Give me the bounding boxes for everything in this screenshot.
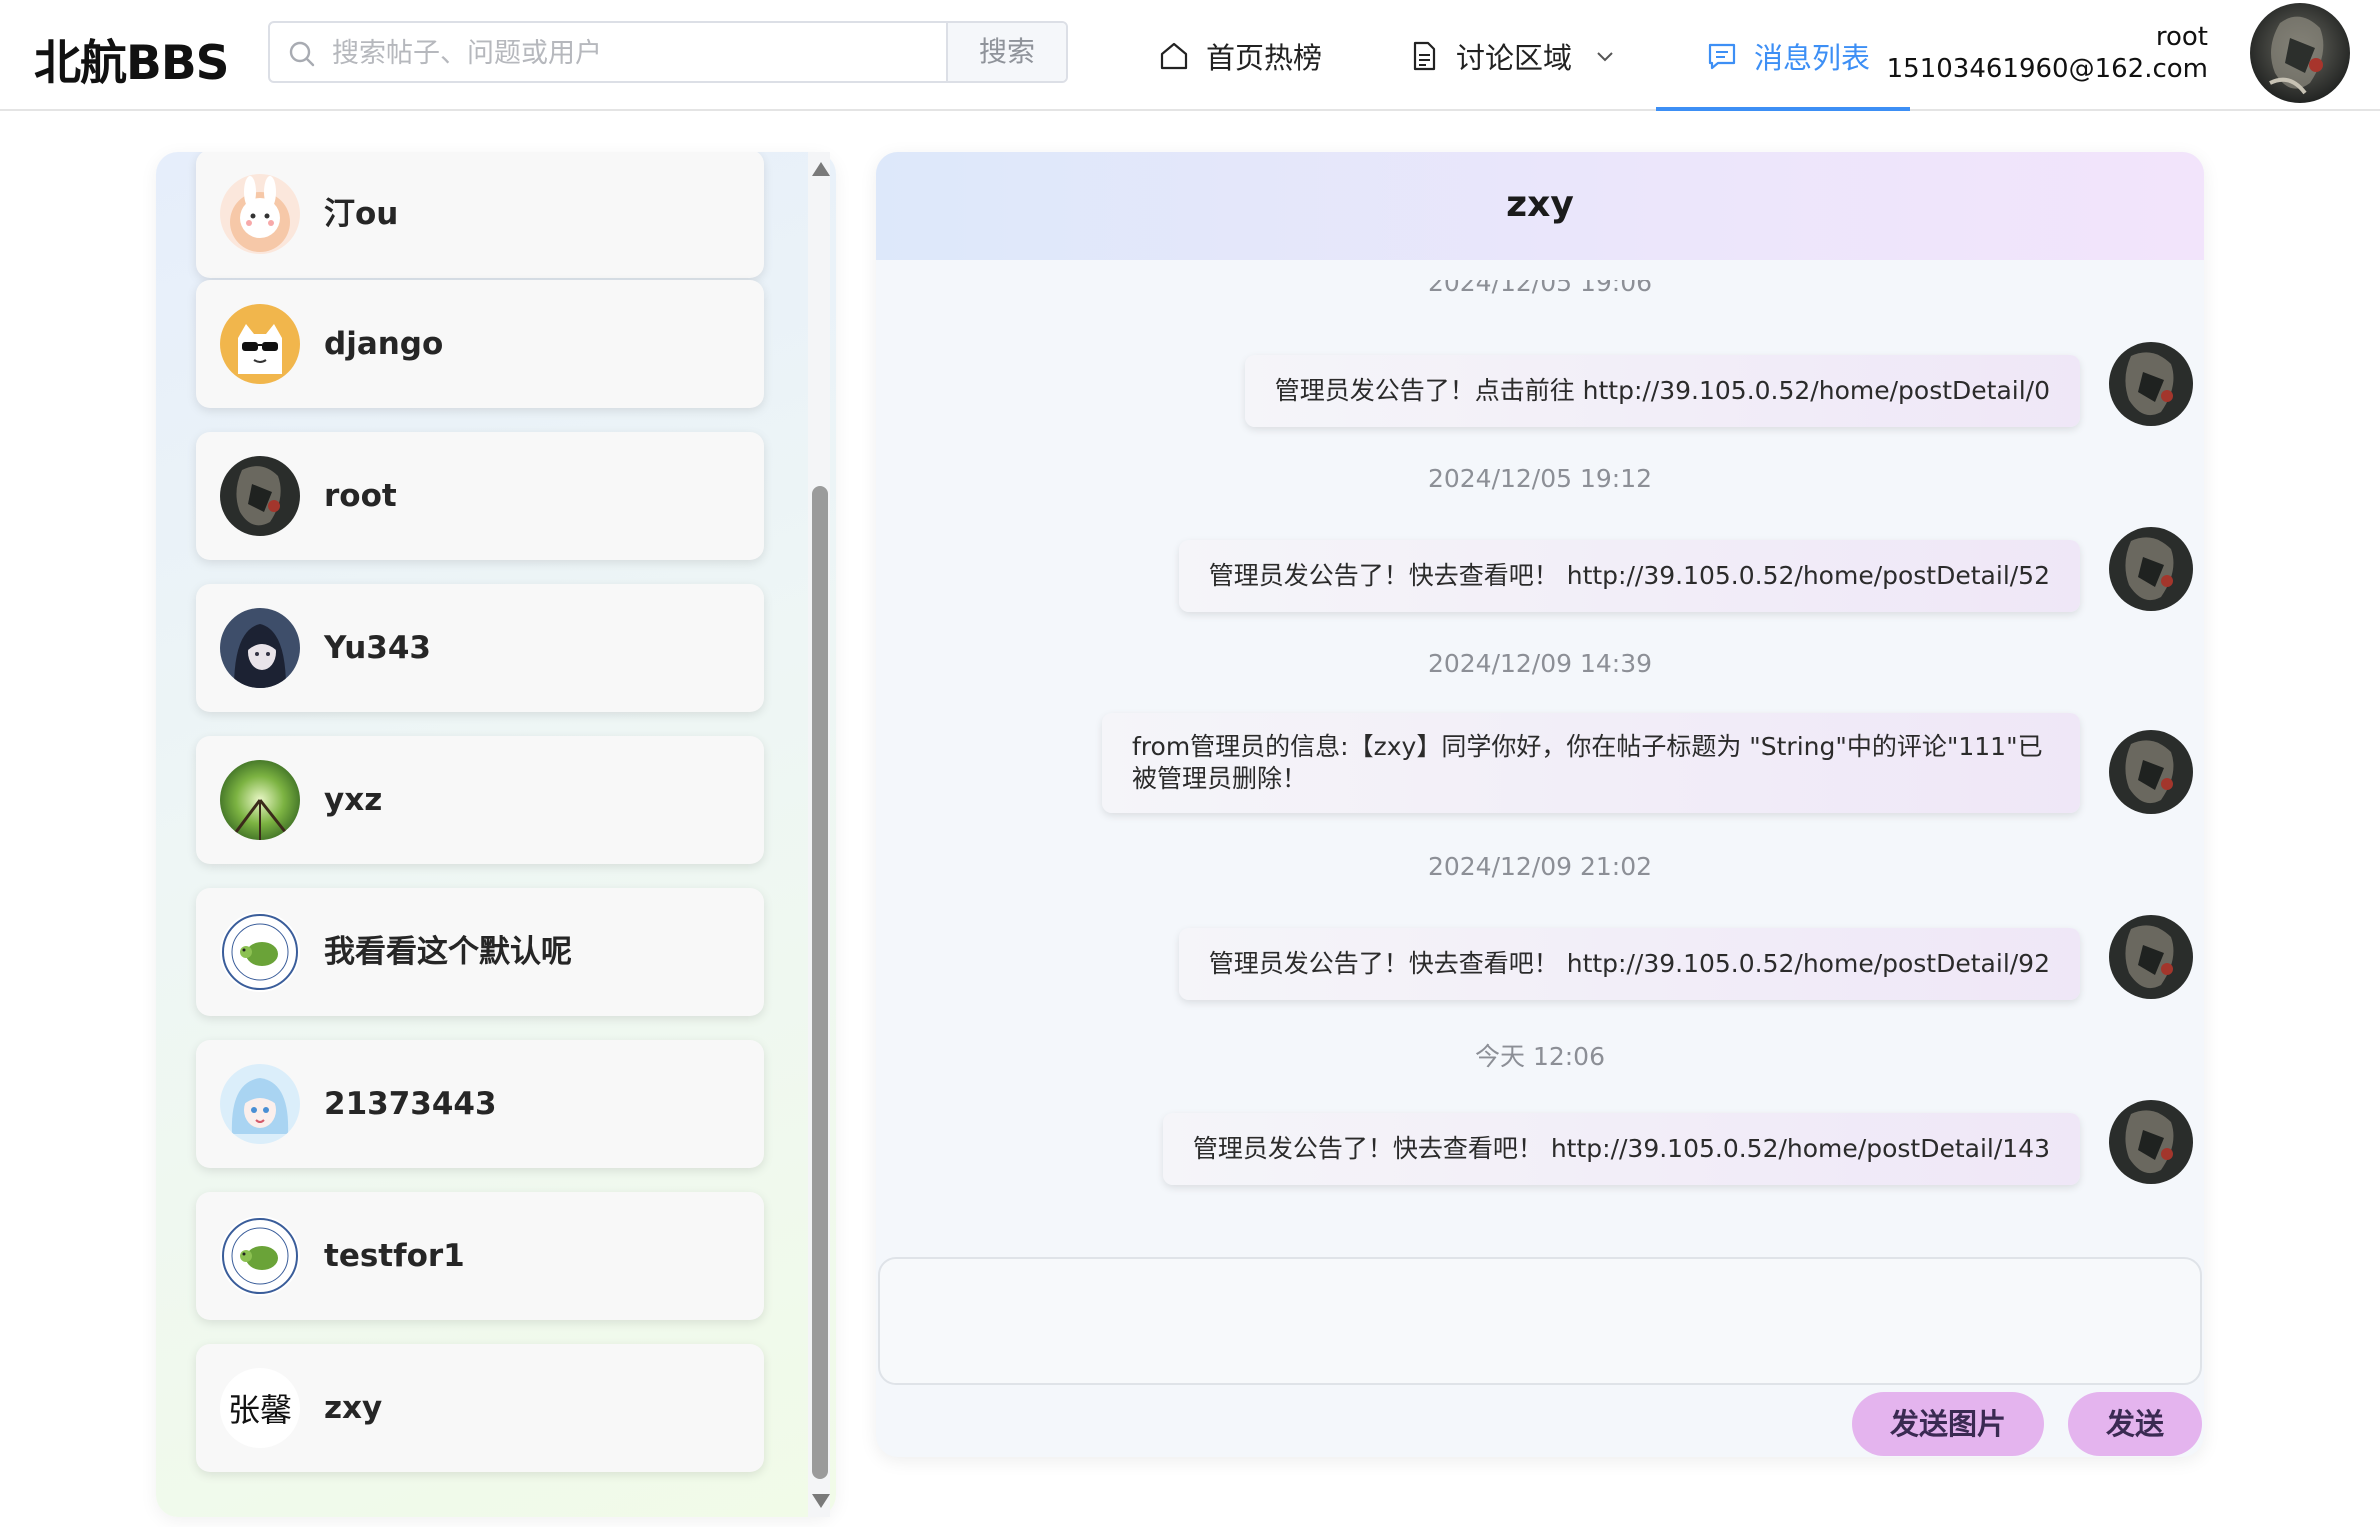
search-bar: 搜索	[268, 21, 1068, 83]
forest-avatar	[220, 760, 300, 840]
search-button[interactable]: 搜索	[946, 23, 1066, 81]
contact-item[interactable]: 我看看这个默认呢	[196, 888, 764, 1016]
message-bubble: 管理员发公告了！点击前往 http://39.105.0.52/home/pos…	[1244, 355, 2080, 427]
message-bubble: 管理员发公告了！快去查看吧！ http://39.105.0.52/home/p…	[1178, 928, 2080, 1000]
contact-name: testfor1	[324, 1238, 465, 1274]
chevron-down-icon	[1597, 51, 1613, 61]
top-navbar: 北航BBS 搜索 首页热榜 讨论区域 消息列表	[0, 0, 2380, 111]
nav-messages[interactable]: 消息列表	[1655, 0, 1911, 111]
chat-header: zxy	[876, 152, 2204, 260]
turtle-badge-avatar	[220, 912, 300, 992]
site-logo[interactable]: 北航BBS	[34, 24, 229, 93]
message-timestamp: 2024/12/09 21:02	[1427, 852, 1653, 881]
message-timestamp: 今天 12:06	[1475, 1042, 1605, 1071]
contact-name: root	[324, 478, 397, 514]
nav-home-label: 首页热榜	[1206, 40, 1323, 75]
message-icon	[1708, 43, 1736, 69]
home-icon	[1160, 42, 1188, 69]
contact-list: 汀ou django root Yu343 yxz 我看看这个默认呢 21373…	[156, 152, 836, 1517]
user-avatar[interactable]	[2250, 3, 2350, 103]
message-bubble: from管理员的信息:【zxy】同学你好，你在帖子标题为 "String"中的评…	[1102, 713, 2080, 813]
message-avatar[interactable]	[2109, 730, 2193, 814]
turtle-badge-avatar	[220, 1216, 300, 1296]
message-timestamp: 2024/12/05 19:06	[1427, 280, 1653, 297]
nav-discussion[interactable]: 讨论区域	[1408, 0, 1616, 111]
contact-name: django	[324, 326, 444, 362]
anime-girl-avatar	[220, 608, 300, 688]
message-bubble: 管理员发公告了！快去查看吧！ http://39.105.0.52/home/p…	[1162, 1113, 2080, 1185]
cat-sunglasses-avatar	[220, 304, 300, 384]
contact-item[interactable]: yxz	[196, 736, 764, 864]
user-name: root	[2155, 22, 2208, 52]
contact-item[interactable]: django	[196, 280, 764, 408]
search-icon	[289, 41, 315, 67]
scrollbar-thumb[interactable]	[812, 486, 828, 1479]
chat-title: zxy	[1506, 184, 1574, 225]
contact-item[interactable]: Yu343	[196, 584, 764, 712]
chat-panel: zxy 2024/12/05 19:06 管理员发公告了！点击前往 http:/…	[876, 152, 2204, 1457]
contact-name: yxz	[324, 782, 383, 818]
contact-item[interactable]: root	[196, 432, 764, 560]
contact-name: Yu343	[324, 630, 431, 666]
bunny-avatar	[220, 174, 300, 254]
user-email: 15103461960@162.com	[1886, 54, 2208, 84]
message-timestamp: 2024/12/05 19:12	[1427, 464, 1653, 493]
contact-item[interactable]: 汀ou	[196, 152, 764, 278]
contact-name: 汀ou	[324, 196, 399, 232]
send-button[interactable]: 发送	[2068, 1392, 2202, 1456]
calligraphy-avatar: 张馨	[220, 1368, 300, 1448]
document-icon	[1413, 41, 1436, 70]
contact-name: 我看看这个默认呢	[324, 934, 572, 970]
scroll-up-arrow-icon[interactable]	[812, 162, 830, 176]
send-image-button[interactable]: 发送图片	[1852, 1392, 2044, 1456]
nav-home[interactable]: 首页热榜	[1158, 0, 1322, 111]
message-input[interactable]	[880, 1259, 2200, 1383]
message-avatar[interactable]	[2109, 527, 2193, 611]
contact-item[interactable]: testfor1	[196, 1192, 764, 1320]
message-input-box	[878, 1257, 2202, 1385]
nav-messages-label: 消息列表	[1754, 40, 1871, 75]
contact-name: zxy	[324, 1390, 383, 1426]
message-bubble: 管理员发公告了！快去查看吧！ http://39.105.0.52/home/p…	[1178, 540, 2080, 612]
search-input[interactable]	[330, 29, 994, 77]
nav-discussion-label: 讨论区域	[1456, 40, 1573, 75]
message-timestamp: 2024/12/09 14:39	[1427, 649, 1653, 678]
message-avatar[interactable]	[2109, 1100, 2193, 1184]
contact-item[interactable]: 21373443	[196, 1040, 764, 1168]
message-avatar[interactable]	[2109, 915, 2193, 999]
contact-name: 21373443	[324, 1086, 497, 1122]
message-avatar[interactable]	[2109, 342, 2193, 426]
scroll-down-arrow-icon[interactable]	[812, 1494, 830, 1508]
anime-blue-hair-avatar	[220, 1064, 300, 1144]
dark-armor-avatar	[220, 456, 300, 536]
contact-item[interactable]: 张馨 zxy	[196, 1344, 764, 1472]
